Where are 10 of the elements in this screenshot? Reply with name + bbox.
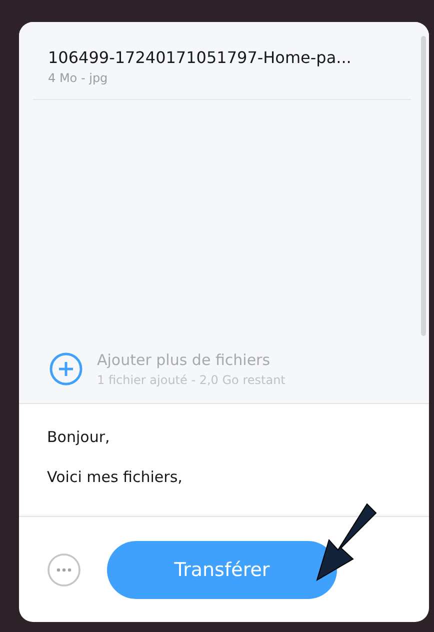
message-line: Bonjour, [47,428,111,446]
scrollbar[interactable] [421,36,426,336]
file-meta: 4 Mo - jpg [48,71,109,85]
add-icon[interactable] [49,352,83,386]
more-options-icon[interactable] [47,552,81,586]
file-name: 106499-17240171051797-Home-pa... [48,48,352,67]
message-line: Voici mes fichiers, [47,468,184,486]
transfer-button[interactable]: Transférer [107,540,337,598]
add-files-link[interactable]: Ajouter plus de fichiers [97,351,286,369]
arrow-icon [315,502,377,582]
